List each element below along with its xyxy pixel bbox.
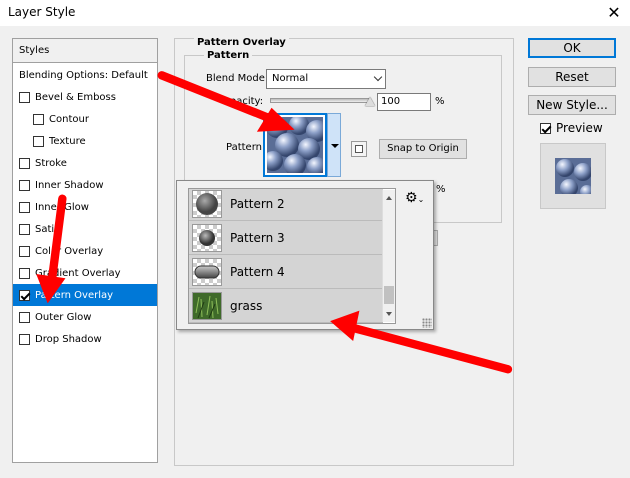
pattern-list-scrollbar[interactable] [382,190,395,322]
snap-to-origin-button[interactable]: Snap to Origin [379,139,467,159]
pattern-item-label: Pattern 3 [230,230,285,245]
styles-header[interactable]: Styles [13,39,157,63]
preview-pattern-icon [555,158,594,199]
scroll-down-icon[interactable] [386,312,392,316]
dot-pattern-icon [192,223,222,252]
sphere-pattern-icon [263,115,328,177]
sidebar-item-blending-options-default[interactable]: Blending Options: Default [13,64,157,86]
pattern-item-grass[interactable]: grass [189,289,383,323]
sidebar-item-label: Satin [35,223,61,235]
checkbox-checked-icon[interactable] [19,289,30,301]
pattern-item-label: Pattern 2 [230,196,285,211]
pattern-list[interactable]: Pattern 2 Pattern 3 Pattern 4 grass [188,188,396,324]
sphere-pattern-icon [192,189,222,218]
preview-checkbox[interactable]: Preview [540,121,603,135]
sidebar-item-label: Color Overlay [35,245,104,257]
blend-mode-value: Normal [272,73,309,84]
checkbox-icon[interactable] [19,333,30,345]
preview-label: Preview [556,121,603,135]
sidebar-item-satin[interactable]: Satin [13,218,157,240]
sidebar-item-label: Gradient Overlay [35,267,121,279]
close-icon[interactable]: ✕ [604,3,624,23]
pattern-item-pattern-4[interactable]: Pattern 4 [189,255,383,289]
pattern-item-label: grass [230,298,263,313]
blend-mode-label: Blend Mode: [206,73,269,84]
scale-unit: % [436,184,446,195]
sidebar-item-label: Pattern Overlay [35,289,114,301]
opacity-unit: % [435,96,445,107]
sidebar-item-inner-shadow[interactable]: Inner Shadow [13,174,157,196]
sidebar-item-color-overlay[interactable]: Color Overlay [13,240,157,262]
new-preset-icon[interactable] [351,141,367,157]
checkbox-icon[interactable] [19,201,30,213]
group-title: Pattern [204,50,253,61]
checkbox-icon[interactable] [19,267,30,279]
sidebar-item-label: Outer Glow [35,311,92,323]
pill-pattern-icon [192,257,222,286]
sidebar-item-label: Contour [49,113,89,125]
checkbox-checked-icon [540,122,551,134]
checkbox-icon[interactable] [19,245,30,257]
sidebar-item-stroke[interactable]: Stroke [13,152,157,174]
checkbox-icon[interactable] [19,223,30,235]
pattern-item-label: Pattern 4 [230,264,285,279]
sidebar-item-contour[interactable]: Contour [13,108,157,130]
sidebar-item-label: Stroke [35,157,67,169]
checkbox-icon[interactable] [19,157,30,169]
scroll-thumb[interactable] [384,286,394,304]
sidebar-item-label: Texture [49,135,86,147]
checkbox-icon[interactable] [19,91,30,103]
pattern-item-pattern-2[interactable]: Pattern 2 [189,189,383,221]
sidebar-item-label: Bevel & Emboss [35,91,116,103]
sidebar-item-drop-shadow[interactable]: Drop Shadow [13,328,157,350]
chevron-down-icon [373,72,383,82]
resize-grip-icon[interactable] [422,318,432,328]
sidebar-item-inner-glow[interactable]: Inner Glow [13,196,157,218]
sidebar-item-label: Inner Glow [35,201,89,213]
pattern-item-pattern-3[interactable]: Pattern 3 [189,221,383,255]
grass-pattern-icon [192,291,222,320]
pattern-swatch[interactable] [263,113,328,177]
pattern-label: Pattern: [226,142,266,153]
sidebar-item-label: Blending Options: Default [19,69,148,81]
blend-mode-select[interactable]: Normal [266,69,386,89]
preview-thumbnail [540,143,606,209]
styles-list: Styles Blending Options: Default Bevel & … [12,38,158,463]
checkbox-icon[interactable] [33,135,44,147]
opacity-slider-track[interactable] [270,98,370,103]
sidebar-item-gradient-overlay[interactable]: Gradient Overlay [13,262,157,284]
sidebar-item-pattern-overlay[interactable]: Pattern Overlay [13,284,157,306]
checkbox-icon[interactable] [19,179,30,191]
gear-icon[interactable]: ⚙⌄ [405,191,424,207]
new-style-button[interactable]: New Style... [528,95,616,115]
opacity-slider-thumb[interactable] [365,97,375,106]
sidebar-item-label: Drop Shadow [35,333,102,345]
window-title: Layer Style [8,5,76,19]
title-bar: Layer Style ✕ [0,0,630,26]
sidebar-item-texture[interactable]: Texture [13,130,157,152]
sidebar-item-outer-glow[interactable]: Outer Glow [13,306,157,328]
opacity-value: 100 [381,96,401,107]
reset-button[interactable]: Reset [528,67,616,87]
checkbox-icon[interactable] [33,113,44,125]
pattern-dropdown-toggle[interactable] [327,113,341,177]
section-title: Pattern Overlay [194,37,289,48]
checkbox-icon[interactable] [19,311,30,323]
sidebar-item-label: Inner Shadow [35,179,104,191]
scroll-up-icon[interactable] [386,196,392,200]
sidebar-item-bevel-emboss[interactable]: Bevel & Emboss [13,86,157,108]
triangle-down-icon [331,144,339,148]
opacity-input[interactable]: 100 [377,93,431,111]
opacity-label: Opacity: [222,96,264,107]
ok-button[interactable]: OK [528,38,616,58]
